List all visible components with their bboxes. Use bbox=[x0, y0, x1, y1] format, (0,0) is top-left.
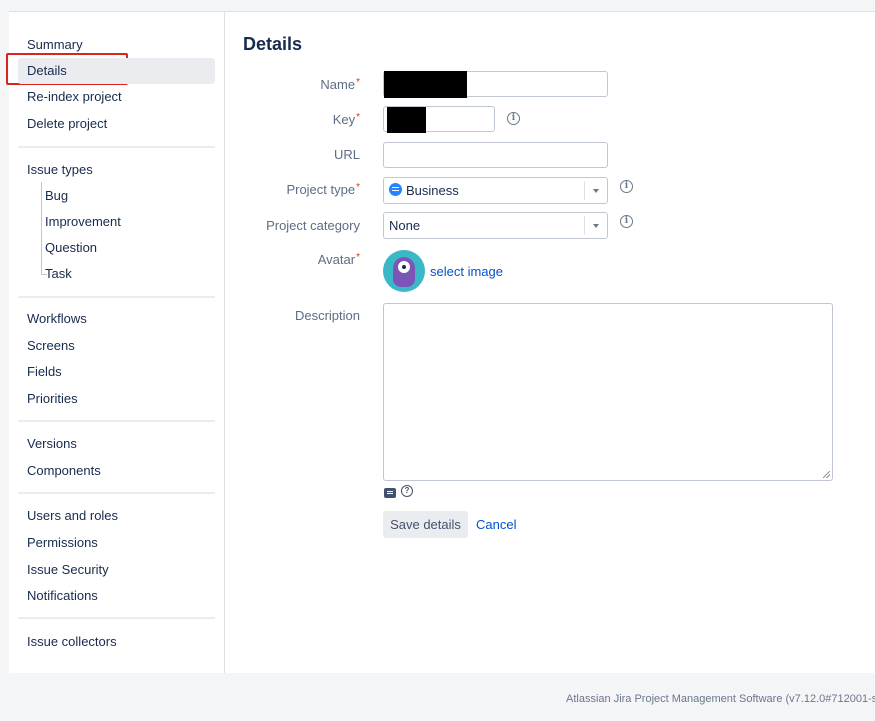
sidebar-item-users-and-roles[interactable]: Users and roles bbox=[18, 503, 215, 529]
sidebar-item-task[interactable]: Task bbox=[33, 261, 72, 287]
project-category-label: Project category bbox=[266, 218, 360, 233]
required-mark: * bbox=[356, 112, 360, 123]
wiki-style-icon[interactable] bbox=[384, 488, 396, 498]
project-settings-sidebar: Summary Details Re-index project Delete … bbox=[6, 12, 225, 673]
key-input[interactable] bbox=[383, 106, 495, 133]
sidebar-item-workflows[interactable]: Workflows bbox=[18, 306, 215, 332]
sidebar-divider bbox=[18, 420, 215, 422]
sidebar-item-delete-project[interactable]: Delete project bbox=[18, 111, 215, 137]
sidebar-item-improvement[interactable]: Improvement bbox=[33, 209, 121, 235]
sidebar-item-components[interactable]: Components bbox=[18, 458, 215, 484]
footer-text: Atlassian Jira Project Management Softwa… bbox=[566, 693, 875, 705]
project-category-select[interactable]: None bbox=[383, 212, 608, 239]
help-icon[interactable]: ? bbox=[401, 485, 413, 497]
sidebar-item-permissions[interactable]: Permissions bbox=[18, 530, 215, 556]
sidebar-item-reindex-project[interactable]: Re-index project bbox=[18, 84, 215, 110]
required-mark: * bbox=[356, 252, 360, 263]
sidebar-divider bbox=[18, 617, 215, 619]
sidebar-divider bbox=[18, 146, 215, 148]
required-mark: * bbox=[356, 77, 360, 88]
avatar-label: Avatar* bbox=[317, 252, 360, 267]
key-label: Key* bbox=[332, 112, 360, 127]
required-mark: * bbox=[356, 182, 360, 193]
description-label: Description bbox=[294, 308, 360, 323]
business-project-type-icon bbox=[389, 183, 402, 196]
sidebar-item-question[interactable]: Question bbox=[33, 235, 97, 261]
chevron-down-icon bbox=[584, 216, 607, 235]
sidebar-divider bbox=[18, 296, 215, 298]
chevron-down-icon bbox=[584, 181, 607, 200]
project-category-value: None bbox=[389, 218, 421, 233]
url-input[interactable] bbox=[383, 142, 608, 168]
cancel-link[interactable]: Cancel bbox=[476, 517, 516, 532]
info-icon[interactable]: i bbox=[620, 180, 633, 193]
sidebar-item-versions[interactable]: Versions bbox=[18, 431, 215, 457]
select-image-link[interactable]: select image bbox=[430, 264, 503, 279]
description-textarea[interactable] bbox=[383, 303, 833, 481]
project-type-label: Project type* bbox=[286, 182, 360, 197]
name-input[interactable] bbox=[383, 71, 608, 98]
save-details-button[interactable]: Save details bbox=[383, 511, 468, 538]
redacted-value bbox=[387, 107, 426, 133]
sidebar-item-screens[interactable]: Screens bbox=[18, 333, 215, 359]
project-type-value: Business bbox=[406, 183, 459, 198]
page-title: Details bbox=[243, 34, 303, 54]
sidebar-item-priorities[interactable]: Priorities bbox=[18, 386, 215, 412]
sidebar-item-issue-security[interactable]: Issue Security bbox=[18, 557, 215, 583]
info-icon[interactable]: i bbox=[507, 112, 520, 125]
sidebar-item-notifications[interactable]: Notifications bbox=[18, 583, 215, 609]
sidebar-item-fields[interactable]: Fields bbox=[18, 359, 215, 385]
redacted-value bbox=[384, 71, 467, 98]
sidebar-item-bug[interactable]: Bug bbox=[33, 183, 68, 209]
page-container: Summary Details Re-index project Delete … bbox=[6, 11, 875, 673]
project-type-select[interactable]: Business bbox=[383, 177, 608, 204]
name-label: Name* bbox=[320, 77, 360, 92]
url-label: URL bbox=[333, 147, 360, 162]
avatar-pupil bbox=[402, 265, 406, 269]
sidebar-item-details[interactable]: Details bbox=[18, 58, 215, 84]
sidebar-item-issue-types[interactable]: Issue types bbox=[18, 157, 215, 183]
sidebar-item-issue-collectors[interactable]: Issue collectors bbox=[18, 629, 215, 655]
details-main: Details Name* Key* i URL Project type* B… bbox=[225, 12, 875, 673]
resize-handle[interactable] bbox=[823, 471, 830, 478]
sidebar-item-summary[interactable]: Summary bbox=[18, 32, 215, 58]
sidebar-divider bbox=[18, 492, 215, 494]
info-icon[interactable]: i bbox=[620, 215, 633, 228]
project-avatar[interactable] bbox=[383, 250, 425, 292]
